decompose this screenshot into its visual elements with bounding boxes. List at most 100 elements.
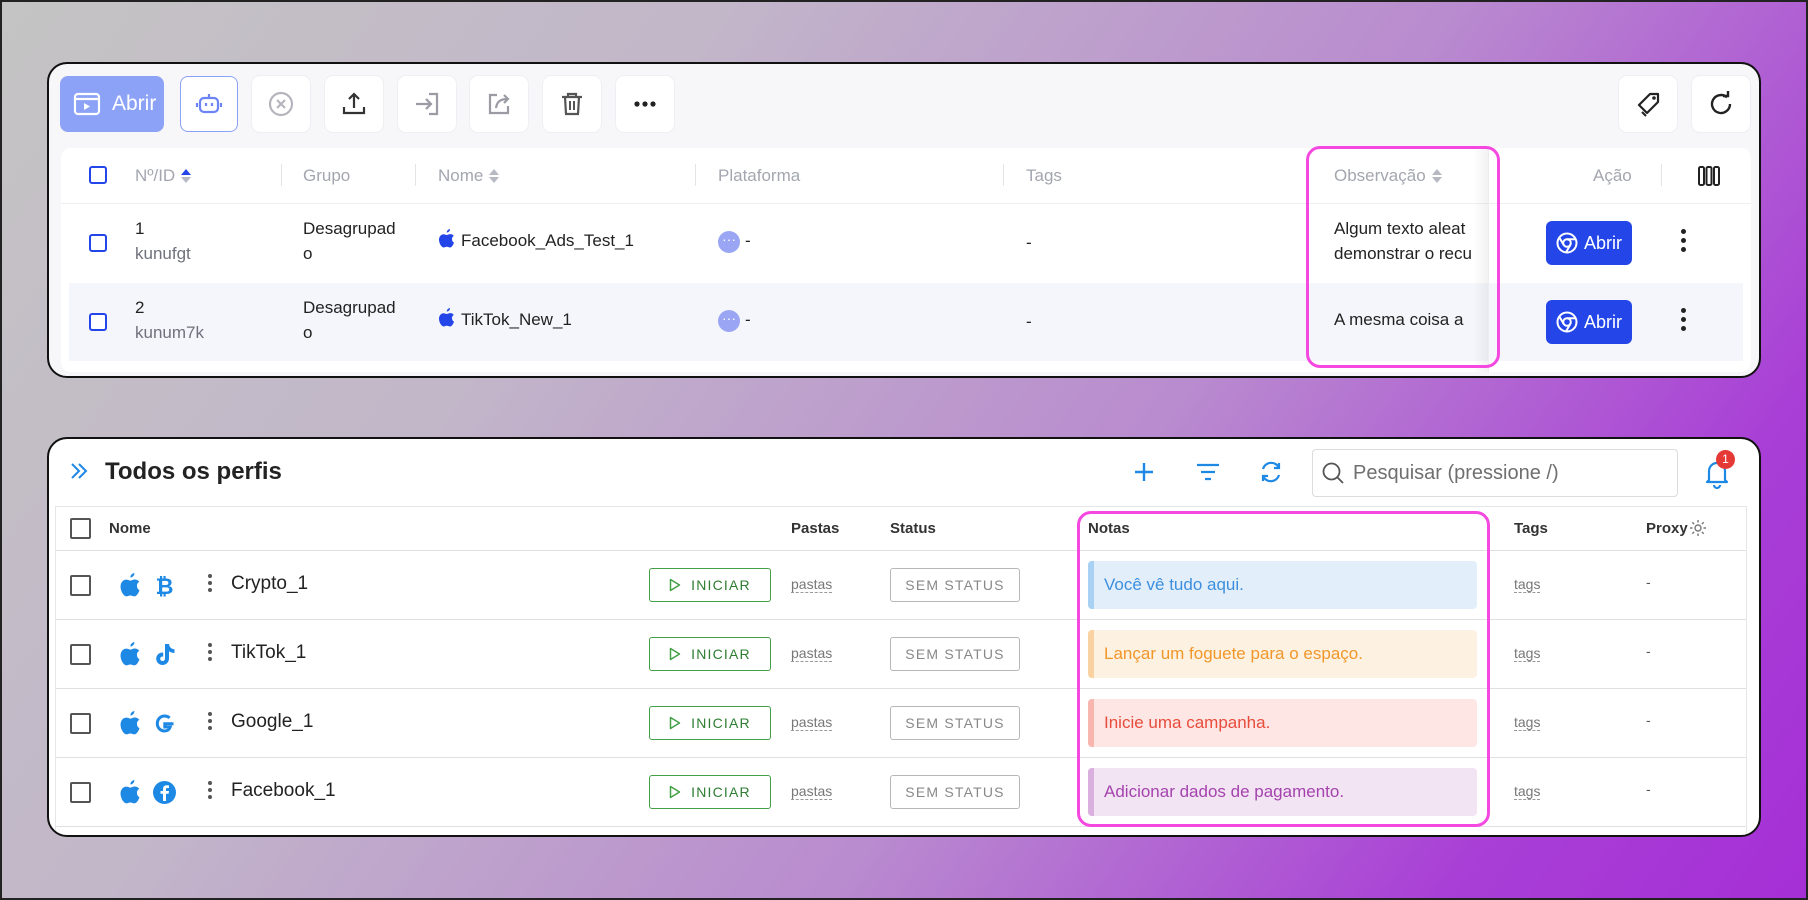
start-profile-button[interactable]: INICIAR: [649, 637, 771, 671]
open-selected-label: Abrir: [112, 92, 157, 115]
search-field[interactable]: [1312, 449, 1678, 497]
table-row[interactable]: Google_1 INICIAR pastas SEM STATUS Inici…: [56, 689, 1746, 758]
sync-button[interactable]: [1254, 455, 1288, 489]
row-menu-button[interactable]: [1679, 308, 1687, 331]
status-button[interactable]: SEM STATUS: [890, 568, 1020, 602]
add-profile-button[interactable]: [1127, 455, 1161, 489]
row-checkbox[interactable]: [70, 782, 91, 803]
refresh-button[interactable]: [1692, 76, 1750, 132]
note-chip[interactable]: Lançar um foguete para o espaço.: [1088, 630, 1477, 678]
expand-sidebar-icon[interactable]: [69, 461, 89, 481]
apple-icon: [120, 711, 140, 735]
platform-more-icon: ···: [718, 231, 740, 253]
tags-link[interactable]: tags: [1514, 646, 1541, 662]
profiles-table-legacy: Nº/ID Grupo Nome Plataforma Tags Observa…: [61, 148, 1751, 372]
profiles-panel-legacy: Abrir Nº/ID Grupo Nome Plataforma Tags O…: [47, 62, 1761, 378]
column-name[interactable]: Nome: [438, 166, 500, 186]
row-menu-button[interactable]: [207, 781, 213, 799]
filter-icon: [1197, 463, 1219, 481]
folders-link[interactable]: pastas: [791, 577, 833, 593]
open-profile-button[interactable]: Abrir: [1546, 221, 1632, 265]
tags-link[interactable]: tags: [1514, 715, 1541, 731]
tags-link[interactable]: tags: [1514, 577, 1541, 593]
apple-icon: [439, 308, 454, 327]
tags-button[interactable]: [1619, 76, 1677, 132]
folders-link[interactable]: pastas: [791, 784, 833, 800]
status-button[interactable]: SEM STATUS: [890, 775, 1020, 809]
upload-button[interactable]: [325, 76, 383, 132]
row-checkbox[interactable]: [89, 313, 107, 331]
folders-link[interactable]: pastas: [791, 646, 833, 662]
row-group-cell: Desagrupad o: [303, 219, 396, 263]
import-icon: [416, 92, 439, 116]
select-all-checkbox[interactable]: [70, 518, 91, 539]
note-chip[interactable]: Inicie uma campanha.: [1088, 699, 1477, 747]
table-row[interactable]: ₿ Crypto_1 INICIAR pastas SEM STATUS Voc…: [56, 551, 1746, 620]
automation-button[interactable]: [180, 76, 238, 132]
select-all-checkbox[interactable]: [89, 166, 107, 184]
column-proxy: Proxy: [1646, 520, 1688, 537]
row-menu-button[interactable]: [207, 712, 213, 730]
folders-link[interactable]: pastas: [791, 715, 833, 731]
refresh-icon: [1710, 91, 1732, 115]
delete-button[interactable]: [543, 76, 601, 132]
row-note-cell: Algum texto aleat demonstrar o recu: [1334, 219, 1472, 263]
apple-icon: [120, 573, 140, 597]
column-note[interactable]: Observação: [1334, 166, 1442, 186]
status-button[interactable]: SEM STATUS: [890, 706, 1020, 740]
row-menu-button[interactable]: [207, 643, 213, 661]
sort-icon: [181, 169, 192, 183]
sync-icon: [1261, 461, 1281, 483]
column-platform: Plataforma: [718, 166, 801, 185]
proxy-value: -: [1646, 712, 1651, 728]
apple-icon: [439, 229, 454, 248]
share-icon: [488, 93, 510, 115]
column-tags: Tags: [1514, 520, 1548, 537]
proxy-settings-gear-icon[interactable]: [1689, 519, 1707, 537]
table-row[interactable]: Facebook_1 INICIAR pastas SEM STATUS Adi…: [56, 758, 1746, 827]
column-tags: Tags: [1026, 166, 1062, 185]
column-id[interactable]: Nº/ID: [135, 166, 192, 186]
note-chip[interactable]: Adicionar dados de pagamento.: [1088, 768, 1477, 816]
play-icon: [669, 578, 681, 592]
table-row[interactable]: 2 kunum7k Desagrupad o TikTok_New_1 ··· …: [69, 283, 1743, 361]
filter-button[interactable]: [1191, 455, 1225, 489]
row-menu-button[interactable]: [1679, 229, 1687, 252]
note-chip[interactable]: Você vê tudo aqui.: [1088, 561, 1477, 609]
note-column-edge: [1473, 148, 1489, 372]
table-row[interactable]: TikTok_1 INICIAR pastas SEM STATUS Lança…: [56, 620, 1746, 689]
profiles-table: Nome Pastas Status Notas Tags Proxy ₿ Cr…: [55, 506, 1747, 835]
share-button[interactable]: [470, 76, 528, 132]
close-circle-icon: [268, 91, 294, 117]
row-checkbox[interactable]: [89, 234, 107, 252]
row-name-cell: TikTok_New_1: [438, 307, 572, 332]
start-profile-button[interactable]: INICIAR: [649, 775, 771, 809]
trash-icon: [562, 92, 582, 116]
more-actions-button[interactable]: [616, 76, 674, 132]
profile-name: TikTok_1: [231, 642, 307, 663]
tags-link[interactable]: tags: [1514, 784, 1541, 800]
column-status: Status: [890, 520, 936, 537]
page-title: Todos os perfis: [105, 458, 282, 485]
row-checkbox[interactable]: [70, 713, 91, 734]
open-selected-button[interactable]: Abrir: [60, 76, 164, 132]
row-checkbox[interactable]: [70, 575, 91, 596]
platform-more-icon: ···: [718, 310, 740, 332]
row-menu-button[interactable]: [207, 574, 213, 592]
search-input[interactable]: [1353, 461, 1653, 485]
columns-settings-icon[interactable]: [1698, 166, 1720, 186]
status-button[interactable]: SEM STATUS: [890, 637, 1020, 671]
open-profile-button[interactable]: Abrir: [1546, 300, 1632, 344]
row-id-cell: 1 kunufgt: [135, 219, 191, 263]
play-icon: [669, 716, 681, 730]
row-checkbox[interactable]: [70, 644, 91, 665]
start-profile-button[interactable]: INICIAR: [649, 706, 771, 740]
start-profile-button[interactable]: INICIAR: [649, 568, 771, 602]
import-button[interactable]: [398, 76, 456, 132]
close-profiles-button[interactable]: [252, 76, 310, 132]
apple-icon: [120, 642, 140, 666]
row-tags-cell: -: [1026, 312, 1032, 331]
play-icon: [669, 785, 681, 799]
table-row[interactable]: 1 kunufgt Desagrupad o Facebook_Ads_Test…: [69, 204, 1743, 282]
sort-icon: [1431, 169, 1442, 183]
